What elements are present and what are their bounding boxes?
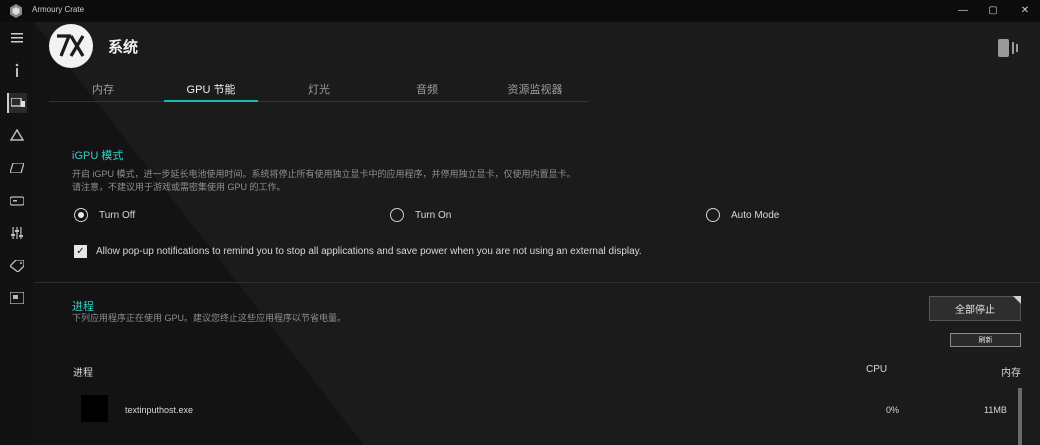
process-memory: 11MB xyxy=(984,405,1007,415)
column-header-cpu: CPU xyxy=(866,364,888,375)
tab-audio[interactable]: 音频 xyxy=(380,81,474,102)
process-description: 下列应用程序正在使用 GPU。建议您终止这些应用程序以节省电量。 xyxy=(72,313,347,323)
tab-lighting[interactable]: 灯光 xyxy=(272,81,366,102)
armoury-crate-logo-icon xyxy=(10,4,22,18)
radio-auto-mode[interactable]: Auto Mode xyxy=(706,208,779,222)
igpu-mode-title: iGPU 模式 xyxy=(72,150,124,162)
igpu-description: 开启 iGPU 模式，进一步延长电池使用时间。系统将停止所有使用独立显卡中的应用… xyxy=(72,169,576,192)
notify-checkbox-label: Allow pop-up notifications to remind you… xyxy=(96,246,642,257)
tab-resource-monitor[interactable]: 资源监视器 xyxy=(488,81,582,102)
radio-auto-mode-label: Auto Mode xyxy=(731,209,780,221)
tab-memory[interactable]: 内存 xyxy=(56,81,150,102)
game-visual-icon[interactable] xyxy=(7,158,27,178)
radio-turn-on[interactable]: Turn On xyxy=(390,208,451,222)
tab-bar: 内存 GPU 节能 灯光 音频 资源监视器 xyxy=(49,74,589,102)
page-title: 系统 xyxy=(108,39,139,56)
radio-turn-off-indicator[interactable] xyxy=(74,208,88,222)
sliders-icon[interactable] xyxy=(7,223,27,243)
device-icon xyxy=(998,39,1018,57)
aura-triangle-icon[interactable] xyxy=(7,125,27,145)
main-panel: 系统 内存 GPU 节能 灯光 音频 资源监视器 iGPU 模式 开启 iGPU… xyxy=(34,22,1040,445)
refresh-button[interactable]: 刷新 xyxy=(950,333,1021,347)
tab-gpu-power-saving[interactable]: GPU 节能 xyxy=(164,81,258,102)
radio-turn-off-label: Turn Off xyxy=(99,209,136,221)
radio-auto-mode-indicator[interactable] xyxy=(706,208,720,222)
process-app-icon xyxy=(81,395,108,422)
radio-turn-on-indicator[interactable] xyxy=(390,208,404,222)
news-icon[interactable] xyxy=(7,288,27,308)
radio-turn-off[interactable]: Turn Off xyxy=(74,208,135,222)
radio-turn-on-label: Turn On xyxy=(415,209,452,221)
gamepad-icon[interactable] xyxy=(7,191,27,211)
stop-all-button[interactable]: 全部停止 xyxy=(929,296,1021,321)
minimize-button[interactable]: — xyxy=(948,0,978,22)
close-button[interactable]: ✕ xyxy=(1010,0,1040,22)
tag-icon[interactable] xyxy=(7,256,27,276)
notify-checkbox[interactable]: ✓ xyxy=(74,245,87,258)
process-list-scrollbar[interactable] xyxy=(1018,388,1022,445)
title-bar: Armoury Crate — ▢ ✕ xyxy=(0,0,1040,22)
info-icon[interactable] xyxy=(7,60,27,80)
left-nav-rail xyxy=(0,22,34,445)
menu-icon[interactable] xyxy=(7,28,27,48)
notify-checkbox-row[interactable]: ✓ Allow pop-up notifications to remind y… xyxy=(74,245,642,258)
column-header-process: 进程 xyxy=(73,368,93,379)
rog-logo-icon xyxy=(49,24,93,68)
process-name: textinputhost.exe xyxy=(125,405,194,415)
column-header-memory: 内存 xyxy=(1001,368,1021,379)
section-divider xyxy=(34,282,1040,283)
system-device-icon[interactable] xyxy=(7,93,27,113)
restore-button[interactable]: ▢ xyxy=(978,0,1008,22)
process-cpu: 0% xyxy=(886,405,900,415)
window-title: Armoury Crate xyxy=(32,5,85,14)
